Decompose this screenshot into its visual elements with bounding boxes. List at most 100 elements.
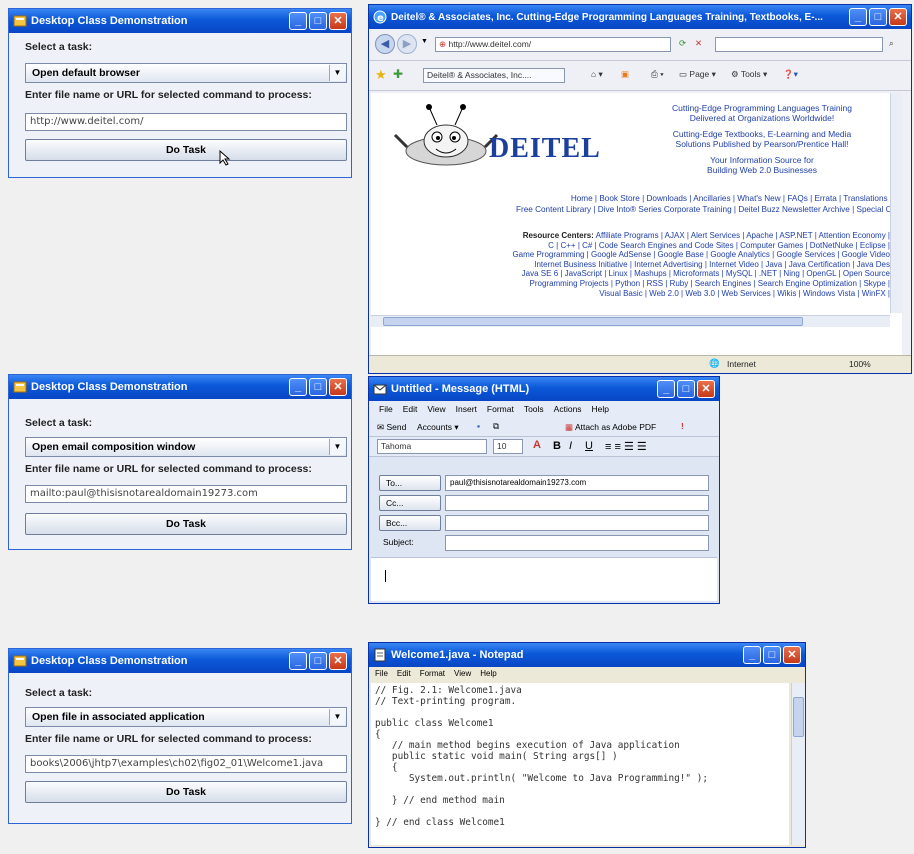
to-field[interactable]: paul@thisisnotarealdomain19273.com <box>445 475 709 491</box>
attach-icon[interactable]: ⧉ <box>493 421 499 432</box>
resource-line[interactable]: Visual Basic | Web 2.0 | Web 3.0 | Web S… <box>377 289 890 299</box>
chevron-down-icon[interactable]: ▼ <box>421 38 428 45</box>
minimize-button[interactable]: _ <box>289 12 307 30</box>
resource-line[interactable]: Java SE 6 | JavaScript | Linux | Mashups… <box>377 269 890 279</box>
subject-field[interactable] <box>445 535 709 551</box>
font-select[interactable]: Tahoma <box>377 439 487 454</box>
close-button[interactable]: ✕ <box>329 652 347 670</box>
maximize-button[interactable]: □ <box>677 380 695 398</box>
address-input[interactable]: ⊕ http://www.deitel.com/ <box>435 37 671 52</box>
nav-line[interactable]: Home | Book Store | Downloads | Ancillar… <box>516 193 892 204</box>
importance-icon[interactable]: ! <box>681 421 684 431</box>
tagline-line: Delivered at Organizations Worldwide! <box>689 113 835 123</box>
maximize-button[interactable]: □ <box>309 652 327 670</box>
chevron-down-icon[interactable]: ▼ <box>329 439 345 455</box>
refresh-icon[interactable]: ⟳ <box>679 38 686 49</box>
nav-line[interactable]: Free Content Library | Dive Into® Series… <box>516 204 892 215</box>
menu-view[interactable]: View <box>427 404 445 416</box>
maximize-button[interactable]: □ <box>763 646 781 664</box>
task-combo[interactable]: Open file in associated application ▼ <box>25 707 347 727</box>
maximize-button[interactable]: □ <box>309 12 327 30</box>
forward-button[interactable]: ▶ <box>397 34 417 54</box>
send-button[interactable]: ✉ Send <box>377 422 406 433</box>
save-icon[interactable]: ▪ <box>477 421 480 431</box>
command-input[interactable]: mailto:paul@thisisnotarealdomain19273.co… <box>25 485 347 503</box>
title-bar[interactable]: Welcome1.java - Notepad <box>369 643 805 667</box>
menu-help[interactable]: Help <box>592 404 609 416</box>
help-icon[interactable]: ❓▾ <box>783 69 798 80</box>
stop-icon[interactable]: ✕ <box>695 38 702 49</box>
vertical-scrollbar[interactable] <box>890 93 902 313</box>
menu-actions[interactable]: Actions <box>554 404 582 416</box>
menu-bar: File Edit Format View Help <box>369 667 805 682</box>
menu-help[interactable]: Help <box>480 669 496 680</box>
minimize-button[interactable]: _ <box>849 8 867 26</box>
search-input[interactable] <box>715 37 883 52</box>
chevron-down-icon[interactable]: ▼ <box>329 709 345 725</box>
cc-button[interactable]: Cc... <box>379 495 441 511</box>
print-icon[interactable]: ⎙ ▾ <box>651 69 664 80</box>
resource-line[interactable]: Internet Business Initiative | Internet … <box>377 260 890 270</box>
search-icon[interactable]: ⌕ <box>889 38 894 49</box>
chevron-down-icon[interactable]: ▼ <box>329 65 345 81</box>
maximize-button[interactable]: □ <box>869 8 887 26</box>
italic-icon[interactable]: I <box>569 440 572 452</box>
minimize-button[interactable]: _ <box>289 652 307 670</box>
menu-edit[interactable]: Edit <box>397 669 411 680</box>
menu-format[interactable]: Format <box>420 669 445 680</box>
close-button[interactable]: ✕ <box>329 12 347 30</box>
resource-line[interactable]: Game Programming | Google AdSense | Goog… <box>377 250 890 260</box>
bcc-button[interactable]: Bcc... <box>379 515 441 531</box>
resource-line[interactable]: Programming Projects | Python | RSS | Ru… <box>377 279 891 289</box>
do-task-button[interactable]: Do Task <box>25 781 347 803</box>
task-combo[interactable]: Open email composition window ▼ <box>25 437 347 457</box>
favorites-star-icon[interactable]: ★ <box>375 67 387 83</box>
close-button[interactable]: ✕ <box>889 8 907 26</box>
minimize-button[interactable]: _ <box>743 646 761 664</box>
size-select[interactable]: 10 <box>493 439 523 454</box>
maximize-button[interactable]: □ <box>309 378 327 396</box>
accounts-button[interactable]: Accounts ▾ <box>417 422 459 433</box>
task-combo[interactable]: Open default browser ▼ <box>25 63 347 83</box>
vertical-scrollbar[interactable] <box>791 683 805 845</box>
align-icon[interactable]: ≡ ≡ ☰ ☰ <box>605 440 647 453</box>
minimize-button[interactable]: _ <box>657 380 675 398</box>
font-color-icon[interactable]: A <box>533 439 541 451</box>
underline-icon[interactable]: U <box>585 440 593 452</box>
tools-menu[interactable]: ⚙ Tools ▾ <box>731 69 767 80</box>
do-task-button[interactable]: Do Task <box>25 139 347 161</box>
menu-insert[interactable]: Insert <box>456 404 477 416</box>
to-button[interactable]: To... <box>379 475 441 491</box>
add-favorites-icon[interactable]: ✚ <box>393 67 403 81</box>
resource-line[interactable]: C | C++ | C# | Code Search Engines and C… <box>377 241 890 251</box>
feeds-icon[interactable]: ▣ <box>621 69 629 80</box>
page-menu[interactable]: ▭ Page ▾ <box>679 69 716 80</box>
site-nav[interactable]: Home | Book Store | Downloads | Ancillar… <box>516 193 892 215</box>
browser-tab[interactable]: Deitel® & Associates, Inc.... <box>423 68 565 83</box>
close-button[interactable]: ✕ <box>783 646 801 664</box>
minimize-button[interactable]: _ <box>289 378 307 396</box>
zoom-level[interactable]: 100% <box>849 359 871 369</box>
title-bar[interactable]: e Deitel® & Associates, Inc. Cutting-Edg… <box>369 5 911 29</box>
bcc-field[interactable] <box>445 515 709 531</box>
close-button[interactable]: ✕ <box>697 380 715 398</box>
menu-edit[interactable]: Edit <box>403 404 418 416</box>
attach-pdf-button[interactable]: ▦ Attach as Adobe PDF <box>565 422 656 433</box>
command-input[interactable]: http://www.deitel.com/ <box>25 113 347 131</box>
do-task-button[interactable]: Do Task <box>25 513 347 535</box>
menu-file[interactable]: File <box>379 404 393 416</box>
menu-view[interactable]: View <box>454 669 471 680</box>
back-button[interactable]: ◀ <box>375 34 395 54</box>
menu-tools[interactable]: Tools <box>524 404 544 416</box>
bold-icon[interactable]: B <box>553 440 561 452</box>
cc-field[interactable] <box>445 495 709 511</box>
editor-text[interactable]: // Fig. 2.1: Welcome1.java // Text-print… <box>371 683 789 845</box>
command-input[interactable]: books\2006\jhtp7\examples\ch02\fig02_01\… <box>25 755 347 773</box>
horizontal-scrollbar[interactable] <box>371 315 890 327</box>
menu-format[interactable]: Format <box>487 404 514 416</box>
home-icon[interactable]: ⌂ ▾ <box>591 69 603 80</box>
menu-file[interactable]: File <box>375 669 388 680</box>
resource-line[interactable]: Affiliate Programs | AJAX | Alert Servic… <box>596 231 890 240</box>
message-body[interactable] <box>371 557 717 601</box>
close-button[interactable]: ✕ <box>329 378 347 396</box>
